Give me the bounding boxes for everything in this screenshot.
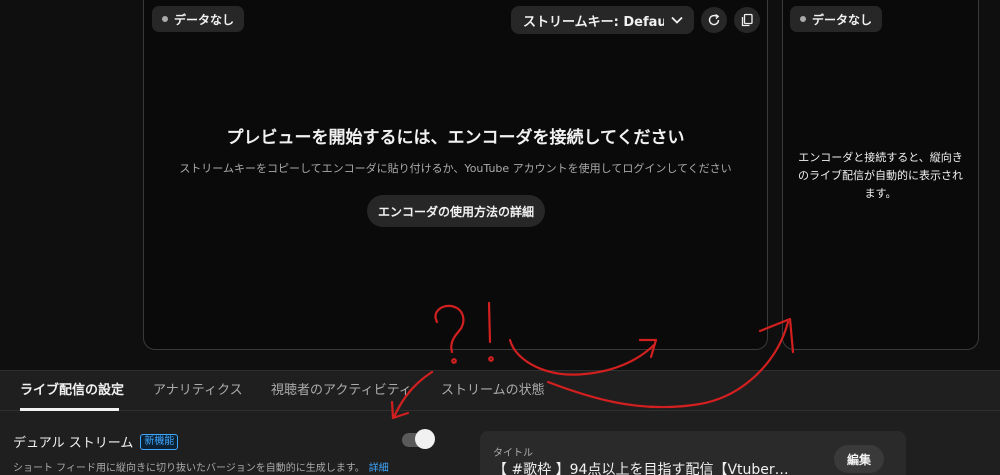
- vertical-no-data-badge: データなし: [790, 6, 883, 32]
- dual-stream-description: ショート フィード用に縦向きに切り抜いたバージョンを自動的に生成します。 詳細: [13, 459, 389, 474]
- dual-stream-description-text: ショート フィード用に縦向きに切り抜いたバージョンを自動的に生成します。: [13, 463, 365, 474]
- status-dot-icon: [162, 16, 168, 22]
- no-data-badge: データなし: [152, 6, 245, 32]
- learn-encoder-button[interactable]: エンコーダの使用方法の詳細: [367, 195, 545, 227]
- live-control-room: データなし ストリームキー: Default stre プレビューを開始するには…: [0, 0, 1000, 475]
- settings-section: ライブ配信の設定 アナリティクス 視聴者のアクティビティ ストリームの状態 デュ…: [0, 370, 1000, 475]
- chevron-down-icon: [671, 16, 683, 24]
- dual-stream-label: デュアル ストリーム: [13, 436, 134, 451]
- tab-analytics[interactable]: アナリティクス: [153, 371, 243, 411]
- preview-panel: データなし ストリームキー: Default stre プレビューを開始するには…: [143, 0, 768, 350]
- no-data-label: データなし: [812, 12, 873, 27]
- tab-live-settings[interactable]: ライブ配信の設定: [20, 371, 124, 411]
- refresh-icon: [708, 14, 720, 26]
- connect-encoder-heading: プレビューを開始するには、エンコーダを接続してください: [226, 128, 685, 148]
- status-dot-icon: [800, 16, 806, 22]
- refresh-button[interactable]: [701, 7, 727, 33]
- dual-stream-setting: デュアル ストリーム 新機能: [13, 432, 179, 451]
- tab-viewer-activity[interactable]: 視聴者のアクティビティ: [271, 371, 412, 411]
- tab-stream-health[interactable]: ストリームの状態: [441, 371, 545, 411]
- dual-stream-toggle[interactable]: [402, 429, 435, 449]
- vertical-preview-message: エンコーダと接続すると、縦向きのライブ配信が自動的に表示されます。: [798, 151, 963, 200]
- copy-icon: [741, 13, 753, 27]
- edit-button[interactable]: 編集: [834, 445, 884, 473]
- toggle-knob: [415, 429, 435, 449]
- no-data-label: データなし: [174, 12, 235, 27]
- vertical-preview-panel: データなし エンコーダと接続すると、縦向きのライブ配信が自動的に表示されます。: [782, 0, 979, 350]
- new-feature-badge: 新機能: [140, 433, 179, 450]
- learn-more-link[interactable]: 詳細: [369, 463, 389, 474]
- copy-button[interactable]: [734, 7, 760, 33]
- stream-key-label: ストリームキー: Default stre: [523, 14, 664, 30]
- stream-key-dropdown[interactable]: ストリームキー: Default stre: [511, 6, 694, 34]
- exclamation-dot: [488, 356, 494, 362]
- tab-bar: ライブ配信の設定 アナリティクス 視聴者のアクティビティ ストリームの状態: [0, 371, 1000, 411]
- question-mark-dot: [451, 358, 457, 364]
- title-label: タイトル: [493, 448, 533, 459]
- connect-encoder-subtext: ストリームキーをコピーしてエンコーダに貼り付けるか、YouTube アカウントを…: [179, 162, 732, 175]
- active-tab-indicator: [20, 408, 119, 411]
- stream-title: 【 #歌枠 】94点以上を目指す配信【Vtuber…: [493, 462, 789, 475]
- title-card: タイトル 【 #歌枠 】94点以上を目指す配信【Vtuber… 編集: [480, 431, 906, 475]
